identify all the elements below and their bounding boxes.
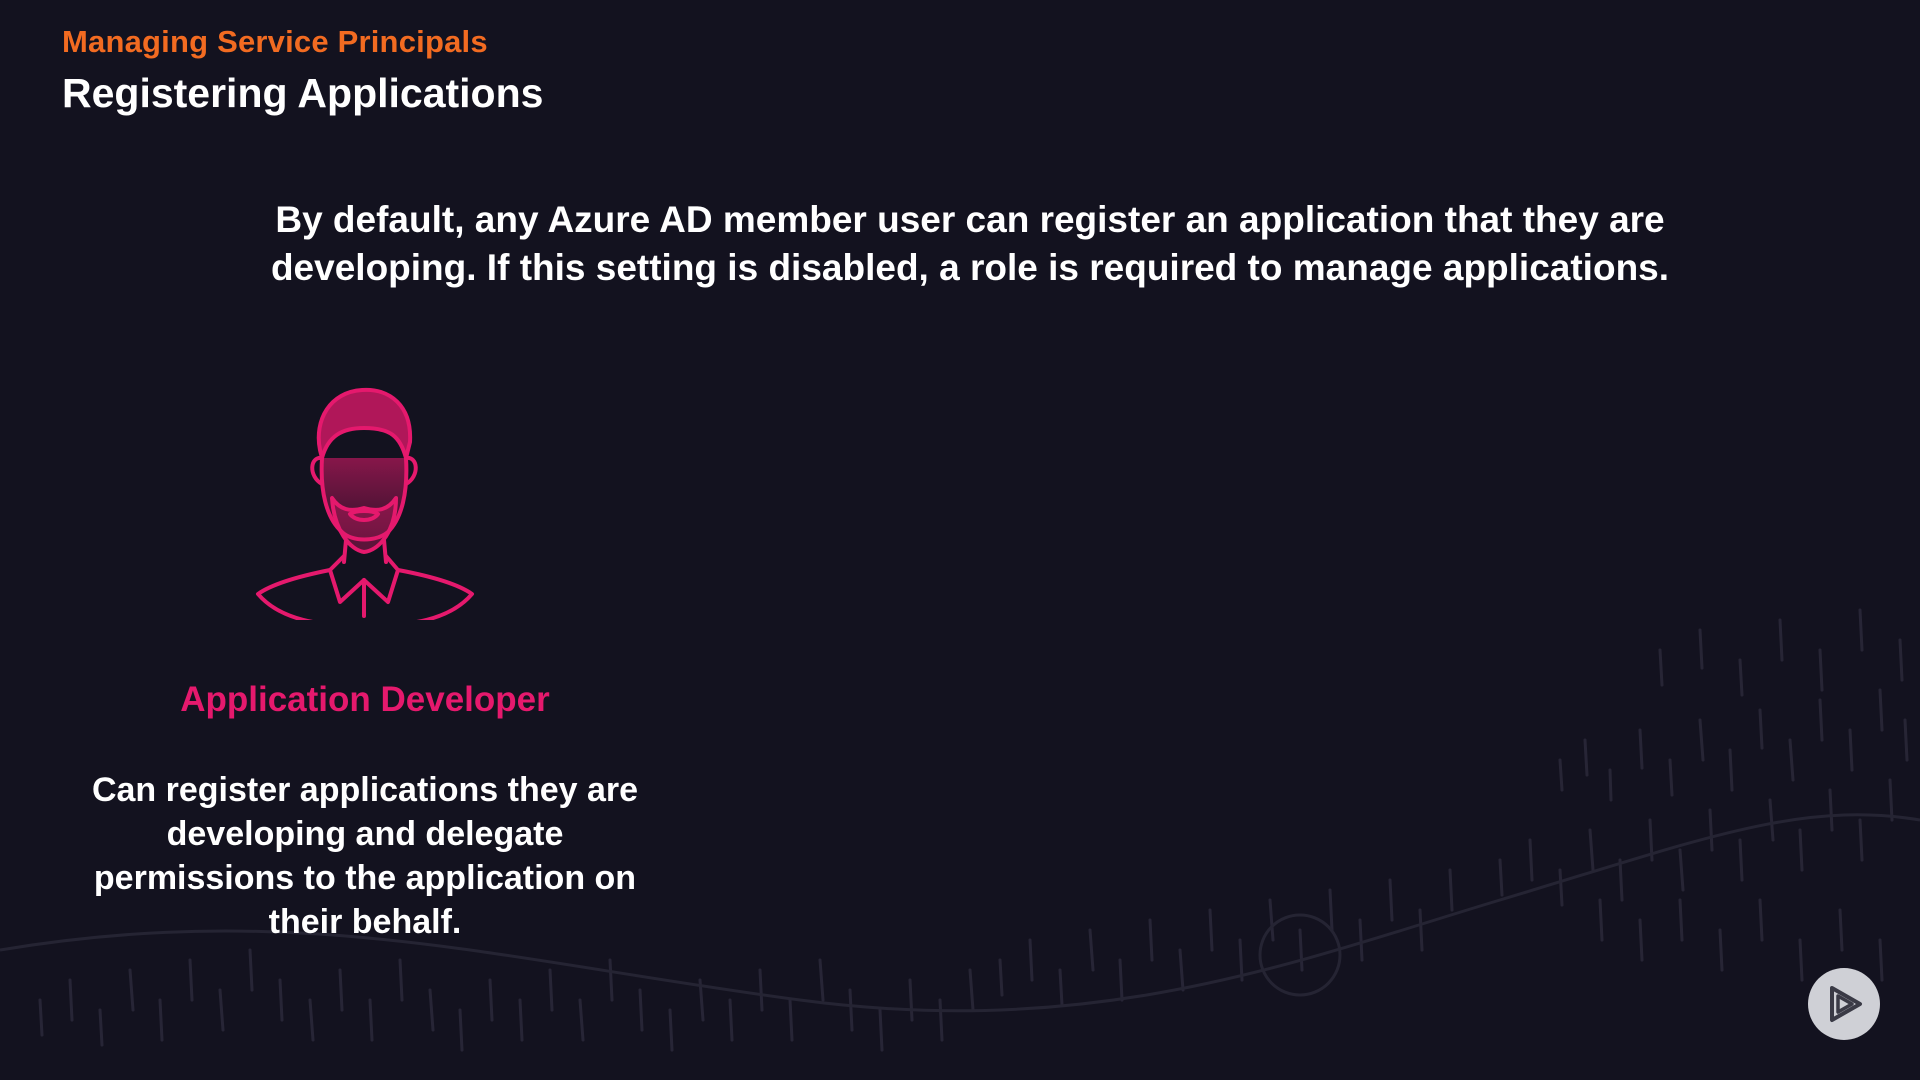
slide-title: Registering Applications [62,70,544,116]
module-title: Managing Service Principals [62,24,488,59]
role-description: Can register applications they are devel… [91,771,639,941]
role-card: Application Developer Can register appli… [80,380,650,960]
play-logo-icon [1830,986,1862,1022]
developer-person-icon [256,387,474,620]
play-logo-button[interactable] [1808,968,1880,1040]
intro-text: By default, any Azure AD member user can… [270,199,1670,288]
role-name: Application Developer [180,680,550,719]
slide: Managing Service Principals Registering … [0,0,1920,1080]
